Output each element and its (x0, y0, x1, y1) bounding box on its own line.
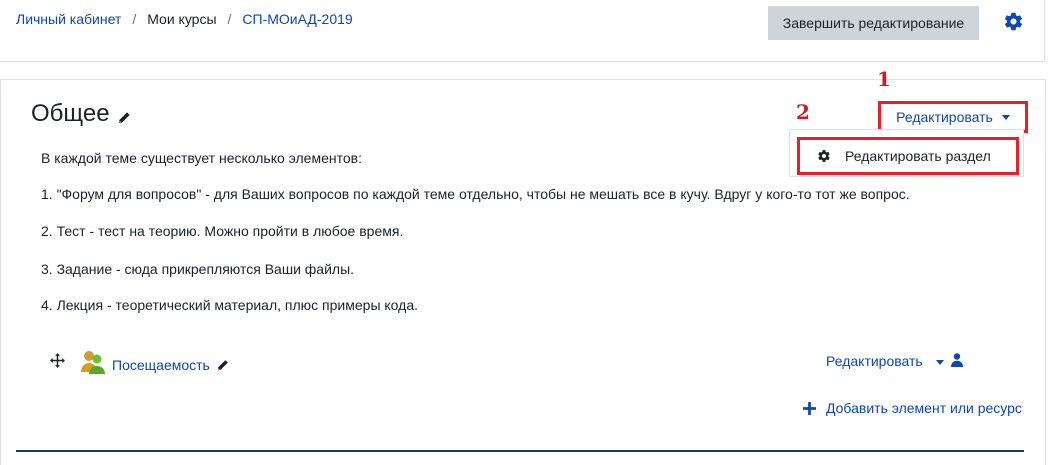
plus-icon (803, 401, 816, 415)
summary-paragraph: В каждой теме существует несколько элеме… (41, 150, 362, 166)
breadcrumb-item-dashboard[interactable]: Личный кабинет (16, 11, 121, 27)
pencil-icon[interactable] (216, 359, 229, 372)
caret-down-icon (1001, 114, 1010, 120)
add-activity-or-resource-link[interactable]: Добавить элемент или ресурс (803, 400, 1022, 416)
move-icon[interactable] (50, 353, 65, 368)
caret-down-icon (935, 359, 944, 365)
activity-edit-label: Редактировать (826, 353, 923, 369)
pencil-icon[interactable] (117, 111, 131, 125)
user-icon[interactable] (951, 353, 963, 367)
section-edit-label: Редактировать (896, 109, 993, 125)
activity-link-attendance[interactable]: Посещаемость (112, 357, 210, 373)
summary-paragraph: 3. Задание - сюда прикрепляются Ваши фай… (41, 261, 355, 277)
breadcrumb-item-course[interactable]: СП-МОиАД-2019 (242, 11, 352, 27)
breadcrumb-separator: / (227, 11, 232, 27)
breadcrumb-separator: / (132, 11, 137, 27)
activity-edit-menu[interactable]: Редактировать (826, 353, 944, 369)
breadcrumb-item-my-courses[interactable]: Мои курсы (147, 11, 216, 27)
gear-icon[interactable] (1003, 11, 1024, 32)
gear-icon (818, 150, 830, 162)
finish-editing-button[interactable]: Завершить редактирование (768, 6, 979, 40)
annotation-number-2: 2 (796, 100, 810, 124)
breadcrumb: Личный кабинет / Мои курсы / СП-МОиАД-20… (16, 11, 353, 27)
section-divider (16, 450, 1024, 452)
annotation-number-1: 1 (877, 67, 891, 91)
attendance-icon (81, 351, 105, 374)
summary-paragraph: 2. Тест - тест на теорию. Можно пройти в… (41, 223, 404, 239)
summary-paragraph: 1. "Форум для вопросов" - для Ваших вопр… (41, 186, 910, 202)
section-title: Общее (31, 100, 110, 127)
add-activity-label: Добавить элемент или ресурс (826, 400, 1022, 416)
summary-paragraph: 4. Лекция - теоретический материал, плюс… (41, 297, 418, 313)
edit-section-menu-item[interactable]: Редактировать раздел (797, 137, 1019, 175)
edit-section-label: Редактировать раздел (845, 148, 991, 164)
